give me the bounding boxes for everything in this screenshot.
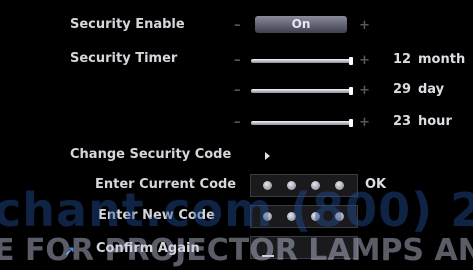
code-dot — [311, 212, 320, 221]
timer-month-slider[interactable] — [251, 57, 353, 65]
security-timer-label: Security Timer — [70, 51, 178, 66]
ok-indicator: OK — [365, 177, 387, 192]
security-enable-increase[interactable]: + — [359, 19, 370, 32]
timer-day-decrease[interactable]: – — [234, 84, 241, 97]
timer-hour-slider-knob[interactable] — [349, 119, 353, 127]
code-dot — [287, 181, 296, 190]
new-code-input[interactable] — [250, 205, 358, 228]
triangle-right-icon[interactable] — [265, 152, 270, 160]
code-dot — [263, 212, 272, 221]
timer-month-slider-knob[interactable] — [349, 57, 353, 65]
timer-day-slider-knob[interactable] — [349, 87, 353, 95]
timer-day-increase[interactable]: + — [359, 84, 370, 97]
timer-hour-increase[interactable]: + — [359, 116, 370, 129]
timer-hour-unit: hour — [418, 114, 452, 129]
security-enable-label: Security Enable — [70, 17, 185, 32]
timer-day-unit: day — [418, 82, 445, 97]
confirm-cursor — [262, 255, 274, 257]
timer-month-decrease[interactable]: – — [234, 54, 241, 67]
current-code-input[interactable] — [250, 174, 358, 197]
confirm-again-label: Confirm Again — [96, 241, 200, 256]
enter-new-code-label: Enter New Code — [98, 208, 215, 223]
code-dot — [335, 181, 344, 190]
timer-day-slider[interactable] — [251, 87, 353, 95]
timer-month-increase[interactable]: + — [359, 54, 370, 67]
code-dot — [263, 181, 272, 190]
security-enable-decrease[interactable]: – — [234, 19, 241, 32]
code-dot — [311, 181, 320, 190]
timer-hour-value: 23 — [393, 114, 412, 129]
enter-current-code-label: Enter Current Code — [95, 177, 237, 192]
arrow-up-right-icon: ↗ — [64, 245, 75, 260]
timer-hour-decrease[interactable]: – — [234, 116, 241, 129]
timer-month-value: 12 — [393, 52, 412, 67]
code-dot — [335, 212, 344, 221]
security-settings-menu: Security Enable – On + Security Timer – … — [0, 0, 473, 270]
security-enable-toggle[interactable]: On — [255, 16, 347, 33]
code-dot — [287, 212, 296, 221]
timer-hour-slider[interactable] — [251, 119, 353, 127]
change-security-code-label[interactable]: Change Security Code — [70, 147, 231, 162]
timer-day-value: 29 — [393, 82, 412, 97]
timer-month-unit: month — [418, 52, 466, 67]
